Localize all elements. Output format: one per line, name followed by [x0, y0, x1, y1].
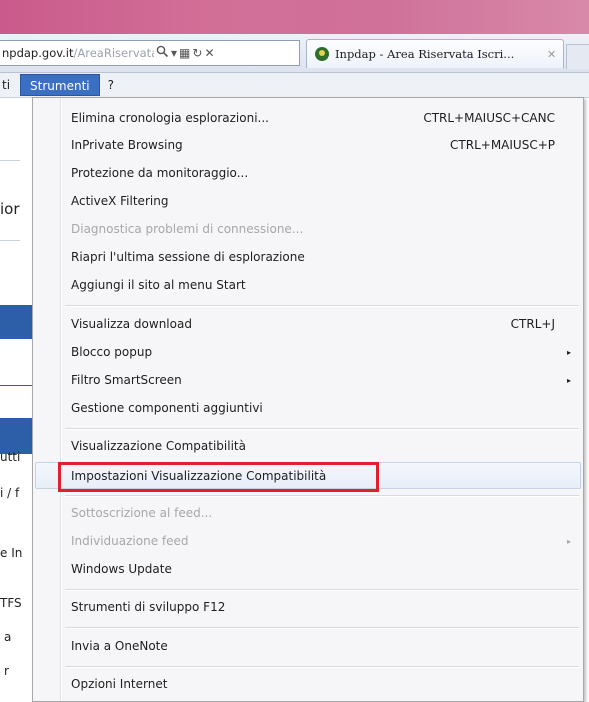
menu-item-shortcut: CTRL+MAIUSC+CANC — [423, 111, 555, 125]
menu-item-windows-update[interactable]: Windows Update — [35, 556, 581, 583]
address-bar[interactable]: npdap.gov.it/AreaRiservata ▾ ▦ ↻ ✕ — [0, 40, 300, 66]
submenu-arrow-icon: ▸ — [566, 537, 571, 546]
menu-item-impostazioni-visualizzazione-compatibilita[interactable]: Impostazioni Visualizzazione Compatibili… — [35, 462, 581, 489]
menu-item-label: Visualizzazione Compatibilità — [71, 439, 246, 453]
menu-item-label: Blocco popup — [71, 345, 153, 359]
menu-item-label: Sottoscrizione al feed... — [71, 506, 213, 520]
address-url[interactable]: npdap.gov.it/AreaRiservata — [0, 46, 154, 60]
menu-item-label: Filtro SmartScreen — [71, 373, 182, 387]
menu-item-protezione-monitoraggio[interactable]: Protezione da monitoraggio... — [35, 160, 581, 187]
page-divider — [0, 160, 20, 161]
address-toolbar: npdap.gov.it/AreaRiservata ▾ ▦ ↻ ✕ Inpda… — [0, 34, 589, 73]
site-favicon-icon — [315, 47, 329, 61]
menu-separator — [65, 305, 579, 307]
menu-item-shortcut: CTRL+MAIUSC+P — [450, 138, 555, 152]
menu-separator — [65, 666, 579, 668]
menu-help[interactable]: ? — [100, 74, 122, 96]
menu-item-label: Riapri l'ultima sessione di esplorazione — [71, 250, 305, 264]
search-icon[interactable] — [156, 45, 169, 61]
page-heading-fragment: ior — [0, 200, 20, 218]
compatibility-view-icon[interactable]: ▦ — [179, 46, 190, 60]
menu-separator — [65, 495, 579, 497]
menu-item-riapri-sessione[interactable]: Riapri l'ultima sessione di esplorazione — [35, 244, 581, 271]
menu-item-label: Aggiungi il sito al menu Start — [71, 278, 246, 292]
menu-item-visualizza-download[interactable]: Visualizza download CTRL+J — [35, 311, 581, 338]
menu-bar: ti Strumenti ? — [0, 73, 589, 98]
page-text-fragment: i / f — [0, 486, 20, 500]
new-tab-button[interactable] — [566, 44, 589, 69]
submenu-arrow-icon: ▸ — [566, 376, 571, 385]
menu-item-label: InPrivate Browsing — [71, 138, 183, 152]
menu-item-aggiungi-sito-start[interactable]: Aggiungi il sito al menu Start — [35, 272, 581, 299]
page-text-fragment: utti — [0, 450, 21, 464]
menu-item-label: Visualizza download — [71, 317, 192, 331]
menu-separator — [65, 589, 579, 591]
menu-item-label: ActiveX Filtering — [71, 194, 169, 208]
menu-item-label: Protezione da monitoraggio... — [71, 166, 249, 180]
menu-item-label: Strumenti di sviluppo F12 — [71, 600, 226, 614]
page-text-fragment: TFS — [0, 596, 22, 610]
menu-separator — [65, 627, 579, 629]
page-divider — [0, 240, 20, 241]
page-divider — [0, 385, 32, 386]
refresh-icon[interactable]: ↻ — [192, 46, 202, 60]
menu-item-diagnostica-problemi: Diagnostica problemi di connessione... — [35, 216, 581, 243]
menu-item-opzioni-internet[interactable]: Opzioni Internet — [35, 671, 581, 698]
menu-item-label: Diagnostica problemi di connessione... — [71, 222, 304, 236]
menu-item-gestione-componenti[interactable]: Gestione componenti aggiuntivi — [35, 395, 581, 422]
address-dropdown-icon[interactable]: ▾ — [171, 46, 177, 60]
strumenti-menu: Elimina cronologia esplorazioni... CTRL+… — [32, 97, 584, 702]
menu-separator — [65, 428, 579, 430]
menu-item-strumenti-sviluppo[interactable]: Strumenti di sviluppo F12 — [35, 594, 581, 621]
menu-item-label: Individuazione feed — [71, 534, 189, 548]
submenu-arrow-icon: ▸ — [566, 348, 571, 357]
menu-item-blocco-popup[interactable]: Blocco popup ▸ — [35, 339, 581, 366]
menu-item-invia-onenote[interactable]: Invia a OneNote — [35, 633, 581, 660]
menu-visualizza-fragment[interactable]: ti — [0, 74, 20, 96]
tab-close-icon[interactable]: ✕ — [547, 48, 556, 61]
menu-item-label: Impostazioni Visualizzazione Compatibili… — [71, 469, 327, 483]
page-blue-band — [0, 418, 32, 454]
page-text-fragment: e In — [0, 546, 23, 560]
menu-item-shortcut: CTRL+J — [510, 317, 555, 331]
window-title-bar — [0, 0, 589, 34]
address-host: npdap.gov.it — [2, 46, 74, 60]
page-text-fragment: r — [4, 664, 9, 678]
menu-item-filtro-smartscreen[interactable]: Filtro SmartScreen ▸ — [35, 367, 581, 394]
tab-title: Inpdap - Area Riservata Iscri... — [335, 47, 515, 61]
menu-item-inprivate-browsing[interactable]: InPrivate Browsing CTRL+MAIUSC+P — [35, 132, 581, 159]
browser-tab[interactable]: Inpdap - Area Riservata Iscri... ✕ — [306, 39, 564, 68]
menu-item-individuazione-feed: Individuazione feed ▸ — [35, 528, 581, 555]
menu-item-label: Elimina cronologia esplorazioni... — [71, 111, 269, 125]
menu-item-sottoscrizione-feed: Sottoscrizione al feed... — [35, 500, 581, 527]
menu-item-label: Invia a OneNote — [71, 639, 168, 653]
menu-item-label: Opzioni Internet — [71, 677, 168, 691]
address-path: /AreaRiservata — [73, 46, 155, 60]
menu-item-label: Gestione componenti aggiuntivi — [71, 401, 263, 415]
page-text-fragment: a — [4, 630, 12, 644]
menu-item-label: Windows Update — [71, 562, 172, 576]
menu-strumenti[interactable]: Strumenti — [20, 74, 100, 96]
page-blue-band — [0, 305, 32, 339]
stop-icon[interactable]: ✕ — [204, 46, 214, 60]
menu-item-activex-filtering[interactable]: ActiveX Filtering — [35, 188, 581, 215]
menu-item-visualizzazione-compatibilita[interactable]: Visualizzazione Compatibilità — [35, 433, 581, 460]
menu-item-elimina-cronologia[interactable]: Elimina cronologia esplorazioni... CTRL+… — [35, 105, 581, 132]
